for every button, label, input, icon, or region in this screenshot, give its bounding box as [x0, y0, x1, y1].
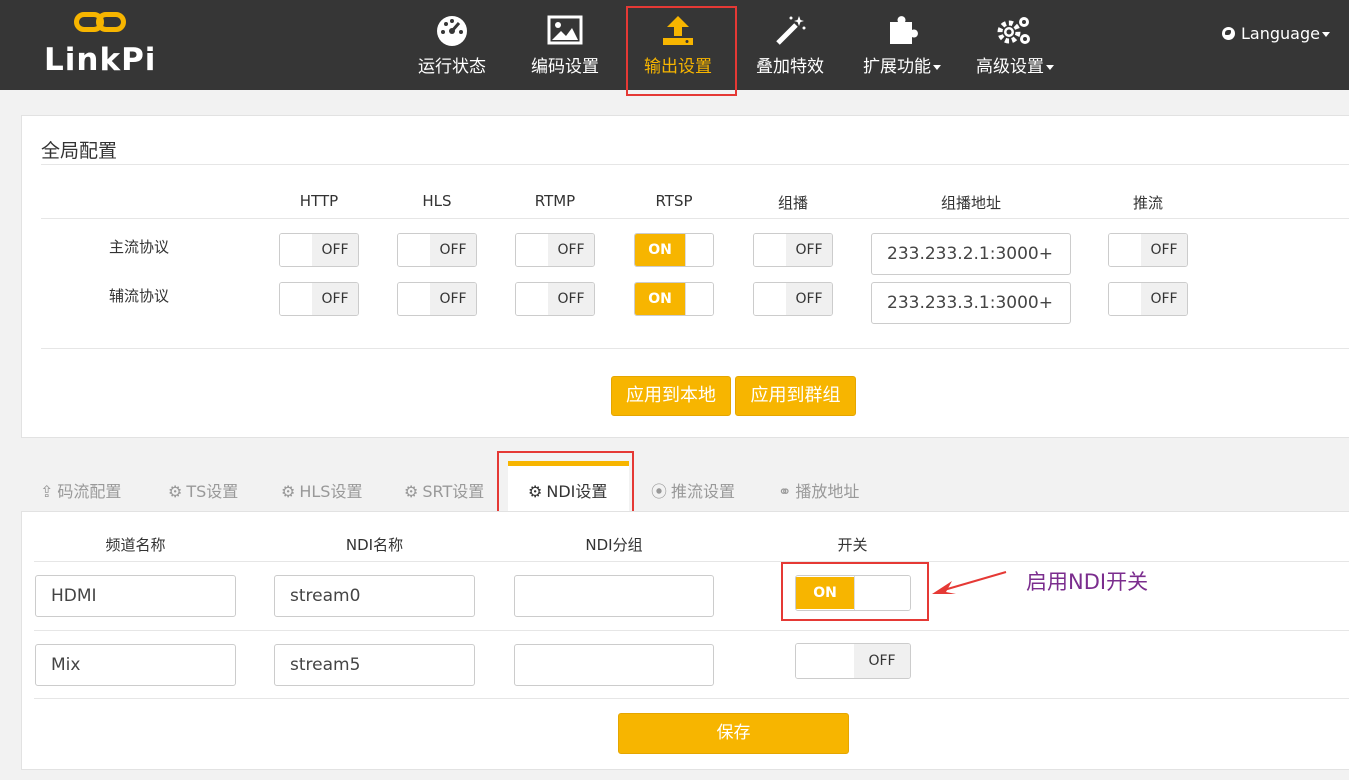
- col-multicast: 组播: [777, 194, 808, 212]
- apply-local-button[interactable]: 应用到本地: [611, 376, 731, 416]
- toggle-main-rtsp[interactable]: ON: [634, 233, 714, 267]
- toggle-main-rtmp[interactable]: OFF: [515, 233, 595, 267]
- gear-icon: ⚙: [168, 482, 183, 501]
- nav-label: 运行状态: [418, 57, 486, 77]
- tab-ts-settings[interactable]: ⚙ TS设置: [168, 478, 238, 502]
- col-multicast-address: 组播地址: [940, 194, 1001, 212]
- col-hls: HLS: [422, 192, 452, 210]
- col-http: HTTP: [299, 192, 339, 210]
- language-dropdown[interactable]: Language: [1222, 24, 1330, 43]
- highlight-output-nav: [626, 6, 737, 96]
- col-rtmp: RTMP: [534, 192, 576, 210]
- toggle-sub-multicast[interactable]: OFF: [753, 282, 833, 316]
- col-ndi-group: NDI分组: [585, 536, 643, 554]
- nav-encode-settings[interactable]: 编码设置: [524, 10, 606, 85]
- chevron-down-icon: [933, 64, 941, 70]
- language-label: Language: [1241, 24, 1320, 43]
- toggle-sub-rtsp[interactable]: ON: [634, 282, 714, 316]
- global-config-panel: 全局配置 HTTP HLS RTMP RTSP 组播 组播地址 推流 主流协议 …: [21, 115, 1349, 438]
- input-channel-name[interactable]: Mix: [35, 644, 236, 686]
- col-rtsp: RTSP: [655, 192, 693, 210]
- nav-extensions[interactable]: 扩展功能: [857, 10, 947, 85]
- toggle-main-push[interactable]: OFF: [1108, 233, 1188, 267]
- highlight-ndi-switch: [781, 562, 929, 621]
- nav-label: 扩展功能: [863, 57, 931, 77]
- divider: [41, 218, 1349, 219]
- broadcast-icon: ⦿: [651, 482, 668, 501]
- toggle-main-multicast[interactable]: OFF: [753, 233, 833, 267]
- tab-push-settings[interactable]: ⦿ 推流设置: [651, 478, 735, 502]
- toggle-sub-http[interactable]: OFF: [279, 282, 359, 316]
- globe-icon: [1222, 27, 1235, 40]
- toggle-ndi-mix[interactable]: OFF: [795, 643, 911, 679]
- input-ndi-name[interactable]: stream5: [274, 644, 475, 686]
- input-channel-name[interactable]: HDMI: [35, 575, 236, 617]
- logo-link-icon-ring: [96, 12, 126, 32]
- gears-icon: [997, 17, 1030, 44]
- chevron-down-icon: [1046, 64, 1054, 70]
- nav-label: 叠加特效: [756, 57, 824, 77]
- divider: [34, 698, 1349, 699]
- ndi-settings-panel: 频道名称 NDI名称 NDI分组 开关 HDMI stream0 ON Mix …: [21, 511, 1349, 770]
- nav-label: 编码设置: [531, 57, 599, 77]
- col-channel-name: 频道名称: [105, 536, 166, 554]
- col-switch: 开关: [837, 536, 868, 554]
- divider: [41, 164, 1349, 165]
- link-icon: ⚭: [778, 482, 792, 501]
- divider: [41, 348, 1349, 349]
- chevron-down-icon: [1321, 32, 1330, 37]
- tab-label: 播放地址: [795, 482, 860, 501]
- row-label-main: 主流协议: [109, 238, 170, 256]
- magic-wand-icon: [776, 16, 806, 45]
- tab-label: SRT设置: [422, 482, 485, 501]
- toggle-sub-hls[interactable]: OFF: [397, 282, 477, 316]
- input-ndi-name[interactable]: stream0: [274, 575, 475, 617]
- input-main-multicast-address[interactable]: 233.233.2.1:3000+: [871, 233, 1071, 275]
- apply-group-button[interactable]: 应用到群组: [735, 376, 856, 416]
- save-button[interactable]: 保存: [618, 713, 849, 754]
- upload-icon: ⇪: [40, 482, 54, 501]
- tab-play-address[interactable]: ⚭ 播放地址: [778, 478, 859, 502]
- puzzle-icon: [890, 16, 918, 44]
- input-sub-multicast-address[interactable]: 233.233.3.1:3000+: [871, 282, 1071, 324]
- dashboard-icon: [437, 16, 467, 46]
- logo-text: LinkPi: [44, 42, 157, 78]
- input-ndi-group[interactable]: [514, 575, 714, 617]
- toggle-main-hls[interactable]: OFF: [397, 233, 477, 267]
- input-ndi-group[interactable]: [514, 644, 714, 686]
- tab-hls-settings[interactable]: ⚙ HLS设置: [281, 478, 362, 502]
- nav-overlay-effects[interactable]: 叠加特效: [749, 10, 831, 85]
- toggle-sub-rtmp[interactable]: OFF: [515, 282, 595, 316]
- nav-run-status[interactable]: 运行状态: [412, 10, 492, 85]
- tab-srt-settings[interactable]: ⚙ SRT设置: [404, 478, 484, 502]
- gear-icon: ⚙: [281, 482, 296, 501]
- tab-label: TS设置: [186, 482, 239, 501]
- tab-label: 码流配置: [57, 482, 122, 501]
- tab-label: 推流设置: [671, 482, 736, 501]
- toggle-sub-push[interactable]: OFF: [1108, 282, 1188, 316]
- annotation-text: 启用NDI开关: [1026, 570, 1149, 594]
- picture-icon: [547, 15, 583, 45]
- divider: [34, 630, 1349, 631]
- linkpi-logo[interactable]: LinkPi: [44, 12, 164, 82]
- col-push: 推流: [1132, 194, 1163, 212]
- toggle-main-http[interactable]: OFF: [279, 233, 359, 267]
- tab-stream-config[interactable]: ⇪ 码流配置: [40, 478, 121, 502]
- tab-label: HLS设置: [299, 482, 363, 501]
- highlight-ndi-tab: [497, 451, 634, 513]
- col-ndi-name: NDI名称: [345, 536, 404, 554]
- panel-title: 全局配置: [41, 140, 118, 162]
- divider: [34, 561, 1349, 562]
- annotation-arrow-icon: [932, 571, 1007, 594]
- nav-advanced-settings[interactable]: 高级设置: [970, 10, 1060, 85]
- gear-icon: ⚙: [404, 482, 419, 501]
- nav-label: 高级设置: [976, 57, 1044, 77]
- row-label-sub: 辅流协议: [109, 287, 170, 305]
